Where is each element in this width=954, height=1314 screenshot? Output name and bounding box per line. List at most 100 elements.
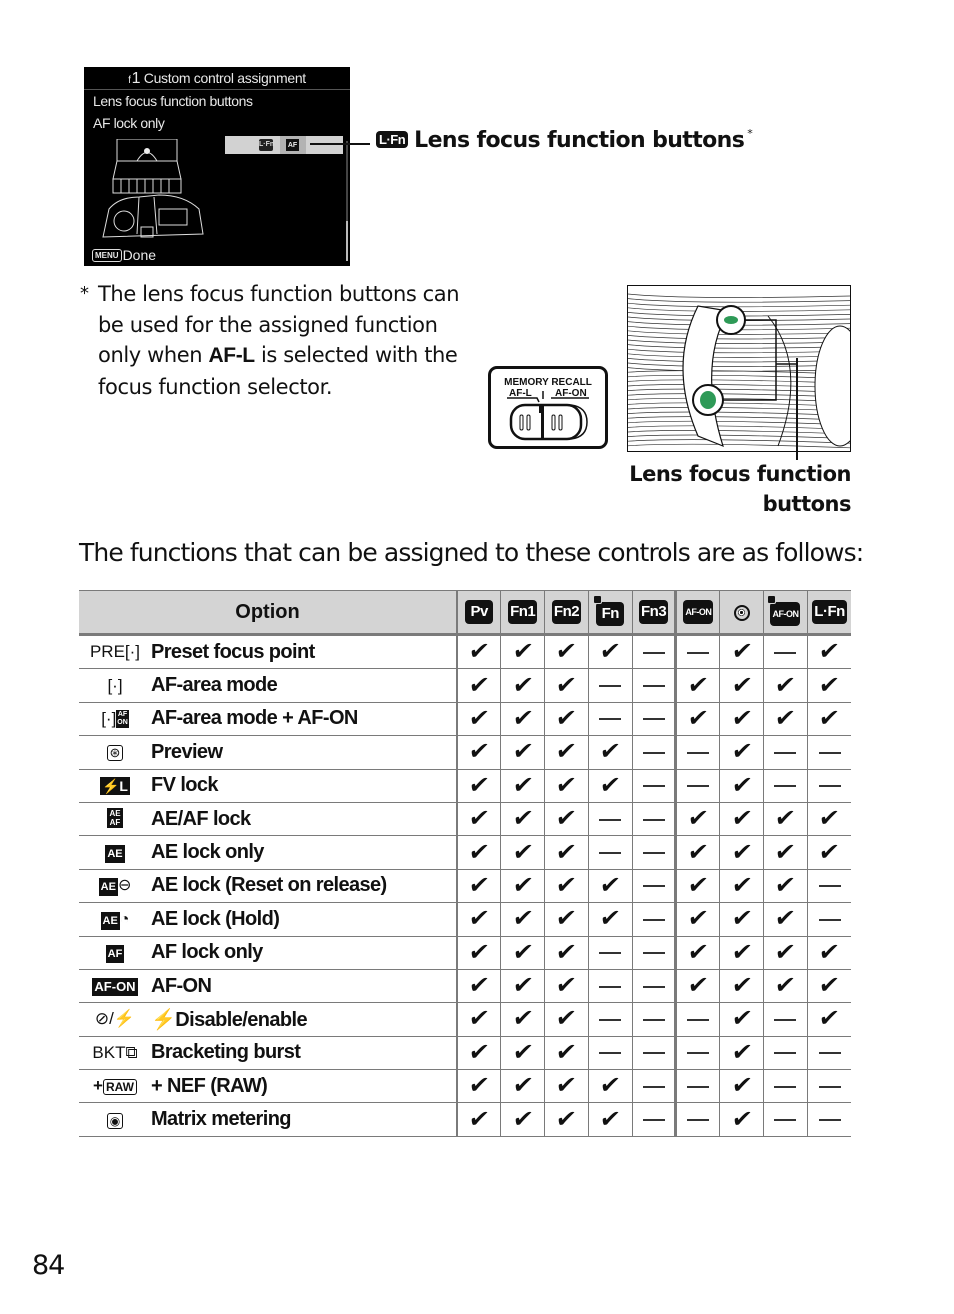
control-header-af-on: AF-ON: [674, 590, 720, 636]
check-icon: ✔: [467, 804, 492, 833]
cell-pv: ✔: [456, 902, 501, 937]
cell-fn1: ✔: [500, 1035, 545, 1071]
check-icon: ✔: [729, 870, 754, 899]
lens-label-line2: buttons: [762, 492, 852, 516]
cell-l-fn: [806, 868, 852, 904]
cell-pv: ✔: [456, 701, 501, 737]
cell-pv: ✔: [456, 1002, 501, 1037]
control-header-l-fn: L·Fn: [806, 590, 852, 636]
cell-af-on: ✔: [674, 835, 720, 870]
dash-icon: [642, 685, 665, 688]
dash-icon: [687, 1085, 710, 1088]
preview-aperture-icon: ⊛: [79, 735, 151, 770]
cell-af-on: [674, 1002, 720, 1037]
cell-fn1: ✔: [500, 633, 545, 670]
check-icon: ✔: [817, 637, 842, 666]
table-row: ⊘/⚡ ⚡Disable/enable ✔ ✔ ✔ ✔ ✔: [79, 1002, 852, 1037]
cell-fn3: [631, 1035, 676, 1071]
cell-fn2: ✔: [544, 801, 589, 837]
cell-pv: ✔: [456, 633, 501, 670]
check-icon: ✔: [510, 1004, 535, 1033]
cell-fn2: ✔: [544, 835, 589, 870]
control-header-vertical-af-on: AF-ON: [763, 590, 808, 636]
cell-vertical-af-on: ✔: [763, 668, 808, 703]
af-area-mode-af-on-icon: [·] AF ON: [79, 701, 151, 737]
cell-vertical-af-on: ✔: [763, 701, 808, 737]
cell-fn2: ✔: [544, 1069, 589, 1104]
cell-fn1: ✔: [500, 768, 545, 803]
cell-l-fn: [806, 1035, 852, 1071]
cell-vertical-af-on: [763, 1069, 808, 1104]
option-label: Matrix metering: [151, 1102, 457, 1137]
camera-done-hint: MENU Done: [92, 247, 156, 263]
control-header-sub-selector-center: [719, 590, 764, 636]
footnote-marker: *: [747, 127, 753, 140]
check-icon: ✔: [554, 737, 579, 766]
table-row: [·] AF ON AF-area mode + AF-ON ✔ ✔ ✔ ✔ ✔ ✔ ✔: [79, 701, 852, 737]
check-icon: ✔: [729, 1071, 754, 1100]
dash-icon: [642, 1018, 665, 1021]
check-icon: ✔: [598, 1071, 623, 1100]
dash-icon: [818, 785, 841, 788]
lens-hatch-line: [628, 302, 850, 308]
cell-fn2: ✔: [544, 701, 589, 737]
dash-icon: [818, 885, 841, 888]
option-label: FV lock: [151, 768, 457, 803]
lens-hatch-line: [628, 344, 850, 349]
cell-l-fn: ✔: [806, 935, 852, 970]
check-icon: ✔: [510, 804, 535, 833]
check-icon: ✔: [729, 737, 754, 766]
check-icon: ✔: [510, 1071, 535, 1100]
camera-menu-screen: f1 Custom control assignment Lens focus …: [84, 67, 350, 266]
check-icon: ✔: [467, 1004, 492, 1033]
callout-leader-line: [310, 143, 370, 145]
check-icon: ✔: [554, 770, 579, 799]
check-icon: ✔: [686, 670, 711, 699]
check-icon: ✔: [729, 904, 754, 933]
cell-vertical-af-on: [763, 1102, 808, 1137]
cell-af-on: [674, 633, 720, 670]
dash-icon: [774, 651, 797, 654]
cell-fn3: [631, 935, 676, 970]
check-icon: ✔: [510, 1104, 535, 1133]
check-icon: ✔: [773, 937, 798, 966]
check-icon: ✔: [729, 637, 754, 666]
check-icon: ✔: [467, 1071, 492, 1100]
dash-icon: [774, 751, 797, 754]
cell-fn1: ✔: [500, 1102, 545, 1137]
camera-scrollbar: [346, 141, 348, 261]
cell-vertical-af-on: [763, 1002, 808, 1037]
cell-pv: ✔: [456, 801, 501, 837]
table-row: AF AF lock only ✔ ✔ ✔ ✔ ✔ ✔ ✔: [79, 935, 852, 970]
cell-l-fn: [806, 768, 852, 803]
check-icon: ✔: [554, 1104, 579, 1133]
dash-icon: [687, 1052, 710, 1055]
check-icon: ✔: [686, 870, 711, 899]
dash-icon: [642, 1085, 665, 1088]
cell-af-on: [674, 768, 720, 803]
check-icon: ✔: [467, 837, 492, 866]
cell-vertical-fn: ✔: [587, 768, 633, 803]
check-icon: ✔: [467, 971, 492, 1000]
dash-icon: [818, 918, 841, 921]
lens-hatch-line: [628, 335, 850, 340]
check-icon: ✔: [817, 703, 842, 732]
check-icon: ✔: [598, 904, 623, 933]
lens-hatch-line: [628, 425, 850, 430]
control-header-fn1: Fn1: [500, 590, 545, 636]
selected-control: Lens focus function buttons: [93, 93, 253, 109]
cell-fn2: ✔: [544, 668, 589, 703]
cell-fn1: ✔: [500, 902, 545, 937]
focus-function-selector-illustration: MEMORY RECALL AF-L AF-ON: [488, 366, 608, 449]
cell-fn2: ✔: [544, 1035, 589, 1071]
cell-sub-selector-center: ✔: [719, 768, 764, 803]
check-icon: ✔: [729, 770, 754, 799]
footnote-bold: AF-L: [208, 344, 256, 367]
cell-l-fn: [806, 1069, 852, 1104]
dash-icon: [774, 1018, 797, 1021]
lens-hatch-line: [628, 439, 850, 444]
dash-icon: [599, 1052, 622, 1055]
cell-sub-selector-center: ✔: [719, 701, 764, 737]
cell-vertical-af-on: [763, 633, 808, 670]
cell-vertical-fn: [587, 1035, 633, 1071]
